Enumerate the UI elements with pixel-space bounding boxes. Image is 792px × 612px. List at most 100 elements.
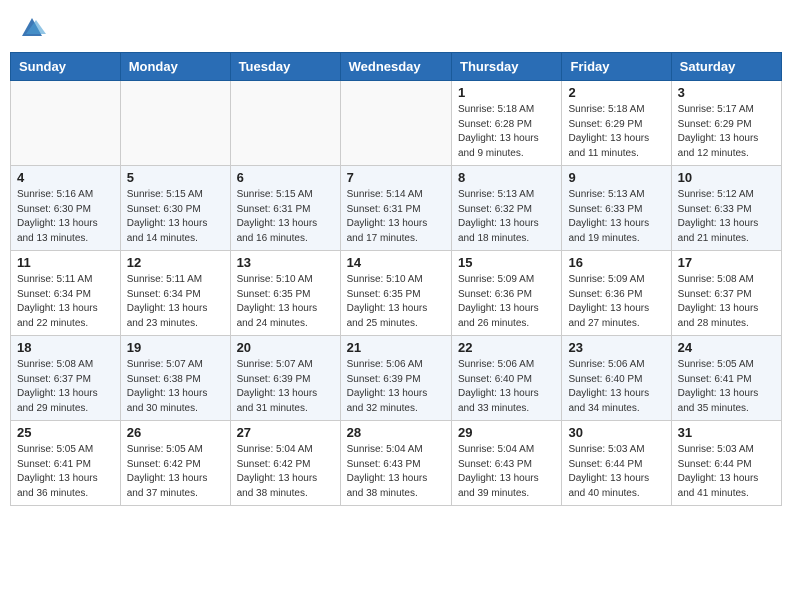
calendar-cell: 14Sunrise: 5:10 AM Sunset: 6:35 PM Dayli…	[340, 251, 451, 336]
day-number: 6	[237, 170, 334, 185]
day-number: 22	[458, 340, 555, 355]
calendar-cell: 20Sunrise: 5:07 AM Sunset: 6:39 PM Dayli…	[230, 336, 340, 421]
day-number: 1	[458, 85, 555, 100]
calendar-week-5: 25 Sunrise: 5:05 AM Sunset: 6:41 PM Dayli…	[11, 421, 782, 506]
day-number: 26	[127, 425, 224, 440]
calendar-cell: 27 Sunrise: 5:04 AM Sunset: 6:42 PM Dayli…	[230, 421, 340, 506]
calendar-cell: 24 Sunrise: 5:05 AM Sunset: 6:41 PM Dayli…	[671, 336, 781, 421]
day-number: 19	[127, 340, 224, 355]
weekday-header-wednesday: Wednesday	[340, 53, 451, 81]
day-number: 27	[237, 425, 334, 440]
calendar-cell: 28 Sunrise: 5:04 AM Sunset: 6:43 PM Dayli…	[340, 421, 451, 506]
calendar-cell: 1 Sunrise: 5:18 AM Sunset: 6:28 PM Daylig…	[452, 81, 562, 166]
day-info: Sunrise: 5:09 AM Sunset: 6:36 PM Dayligh…	[458, 273, 555, 331]
day-number: 8	[458, 170, 555, 185]
day-info: Sunrise: 5:03 AM Sunset: 6:44 PM Dayligh…	[568, 443, 664, 501]
day-info: Sunrise: 5:18 AM Sunset: 6:28 PM Dayligh…	[458, 103, 555, 161]
day-info: Sunrise: 5:07 AM Sunset: 6:39 PM Dayligh…	[237, 358, 334, 416]
weekday-header-friday: Friday	[562, 53, 671, 81]
calendar-week-1: 1 Sunrise: 5:18 AM Sunset: 6:28 PM Daylig…	[11, 81, 782, 166]
day-info: Sunrise: 5:15 AM Sunset: 6:31 PM Dayligh…	[237, 188, 334, 246]
day-number: 12	[127, 255, 224, 270]
calendar-cell: 7Sunrise: 5:14 AM Sunset: 6:31 PM Daylig…	[340, 166, 451, 251]
day-info: Sunrise: 5:05 AM Sunset: 6:41 PM Dayligh…	[678, 358, 775, 416]
calendar-cell: 2 Sunrise: 5:18 AM Sunset: 6:29 PM Daylig…	[562, 81, 671, 166]
logo	[18, 14, 50, 42]
day-number: 10	[678, 170, 775, 185]
day-info: Sunrise: 5:13 AM Sunset: 6:33 PM Dayligh…	[568, 188, 664, 246]
day-info: Sunrise: 5:06 AM Sunset: 6:40 PM Dayligh…	[458, 358, 555, 416]
weekday-header-sunday: Sunday	[11, 53, 121, 81]
day-info: Sunrise: 5:11 AM Sunset: 6:34 PM Dayligh…	[127, 273, 224, 331]
calendar-cell: 26 Sunrise: 5:05 AM Sunset: 6:42 PM Dayli…	[120, 421, 230, 506]
day-info: Sunrise: 5:05 AM Sunset: 6:41 PM Dayligh…	[17, 443, 114, 501]
calendar-cell: 8 Sunrise: 5:13 AM Sunset: 6:32 PM Daylig…	[452, 166, 562, 251]
day-number: 5	[127, 170, 224, 185]
day-number: 16	[568, 255, 664, 270]
day-number: 29	[458, 425, 555, 440]
day-info: Sunrise: 5:13 AM Sunset: 6:32 PM Dayligh…	[458, 188, 555, 246]
day-info: Sunrise: 5:04 AM Sunset: 6:43 PM Dayligh…	[347, 443, 445, 501]
weekday-header-tuesday: Tuesday	[230, 53, 340, 81]
day-info: Sunrise: 5:04 AM Sunset: 6:42 PM Dayligh…	[237, 443, 334, 501]
calendar-cell: 12 Sunrise: 5:11 AM Sunset: 6:34 PM Dayli…	[120, 251, 230, 336]
calendar-cell: 19 Sunrise: 5:07 AM Sunset: 6:38 PM Dayli…	[120, 336, 230, 421]
calendar-cell: 9 Sunrise: 5:13 AM Sunset: 6:33 PM Daylig…	[562, 166, 671, 251]
day-number: 7	[347, 170, 445, 185]
calendar-cell: 11 Sunrise: 5:11 AM Sunset: 6:34 PM Dayli…	[11, 251, 121, 336]
day-info: Sunrise: 5:08 AM Sunset: 6:37 PM Dayligh…	[17, 358, 114, 416]
day-info: Sunrise: 5:06 AM Sunset: 6:39 PM Dayligh…	[347, 358, 445, 416]
weekday-header-saturday: Saturday	[671, 53, 781, 81]
day-info: Sunrise: 5:04 AM Sunset: 6:43 PM Dayligh…	[458, 443, 555, 501]
day-info: Sunrise: 5:17 AM Sunset: 6:29 PM Dayligh…	[678, 103, 775, 161]
day-info: Sunrise: 5:09 AM Sunset: 6:36 PM Dayligh…	[568, 273, 664, 331]
day-number: 28	[347, 425, 445, 440]
calendar-cell: 31 Sunrise: 5:03 AM Sunset: 6:44 PM Dayli…	[671, 421, 781, 506]
calendar-week-4: 18 Sunrise: 5:08 AM Sunset: 6:37 PM Dayli…	[11, 336, 782, 421]
day-info: Sunrise: 5:18 AM Sunset: 6:29 PM Dayligh…	[568, 103, 664, 161]
calendar-cell	[120, 81, 230, 166]
day-info: Sunrise: 5:03 AM Sunset: 6:44 PM Dayligh…	[678, 443, 775, 501]
day-number: 9	[568, 170, 664, 185]
day-number: 2	[568, 85, 664, 100]
calendar-cell: 5 Sunrise: 5:15 AM Sunset: 6:30 PM Daylig…	[120, 166, 230, 251]
calendar-cell	[230, 81, 340, 166]
day-number: 11	[17, 255, 114, 270]
day-info: Sunrise: 5:15 AM Sunset: 6:30 PM Dayligh…	[127, 188, 224, 246]
day-info: Sunrise: 5:10 AM Sunset: 6:35 PM Dayligh…	[237, 273, 334, 331]
day-number: 18	[17, 340, 114, 355]
calendar-week-3: 11 Sunrise: 5:11 AM Sunset: 6:34 PM Dayli…	[11, 251, 782, 336]
day-info: Sunrise: 5:12 AM Sunset: 6:33 PM Dayligh…	[678, 188, 775, 246]
day-info: Sunrise: 5:05 AM Sunset: 6:42 PM Dayligh…	[127, 443, 224, 501]
calendar-cell: 6 Sunrise: 5:15 AM Sunset: 6:31 PM Daylig…	[230, 166, 340, 251]
day-number: 17	[678, 255, 775, 270]
day-number: 30	[568, 425, 664, 440]
weekday-header-thursday: Thursday	[452, 53, 562, 81]
day-number: 25	[17, 425, 114, 440]
calendar-cell: 4Sunrise: 5:16 AM Sunset: 6:30 PM Daylig…	[11, 166, 121, 251]
day-info: Sunrise: 5:08 AM Sunset: 6:37 PM Dayligh…	[678, 273, 775, 331]
day-number: 24	[678, 340, 775, 355]
calendar-cell	[340, 81, 451, 166]
day-info: Sunrise: 5:11 AM Sunset: 6:34 PM Dayligh…	[17, 273, 114, 331]
day-number: 15	[458, 255, 555, 270]
day-number: 4	[17, 170, 114, 185]
calendar-cell: 13 Sunrise: 5:10 AM Sunset: 6:35 PM Dayli…	[230, 251, 340, 336]
logo-icon	[18, 14, 46, 42]
calendar-cell: 17 Sunrise: 5:08 AM Sunset: 6:37 PM Dayli…	[671, 251, 781, 336]
calendar-cell: 21 Sunrise: 5:06 AM Sunset: 6:39 PM Dayli…	[340, 336, 451, 421]
calendar-cell	[11, 81, 121, 166]
calendar-cell: 23Sunrise: 5:06 AM Sunset: 6:40 PM Dayli…	[562, 336, 671, 421]
calendar-cell: 18 Sunrise: 5:08 AM Sunset: 6:37 PM Dayli…	[11, 336, 121, 421]
day-number: 3	[678, 85, 775, 100]
day-info: Sunrise: 5:10 AM Sunset: 6:35 PM Dayligh…	[347, 273, 445, 331]
calendar-cell: 29 Sunrise: 5:04 AM Sunset: 6:43 PM Dayli…	[452, 421, 562, 506]
day-info: Sunrise: 5:06 AM Sunset: 6:40 PM Dayligh…	[568, 358, 664, 416]
day-number: 31	[678, 425, 775, 440]
day-number: 21	[347, 340, 445, 355]
day-info: Sunrise: 5:07 AM Sunset: 6:38 PM Dayligh…	[127, 358, 224, 416]
weekday-header-row: SundayMondayTuesdayWednesdayThursdayFrid…	[11, 53, 782, 81]
day-number: 13	[237, 255, 334, 270]
calendar-table: SundayMondayTuesdayWednesdayThursdayFrid…	[10, 52, 782, 506]
calendar-cell: 15 Sunrise: 5:09 AM Sunset: 6:36 PM Dayli…	[452, 251, 562, 336]
